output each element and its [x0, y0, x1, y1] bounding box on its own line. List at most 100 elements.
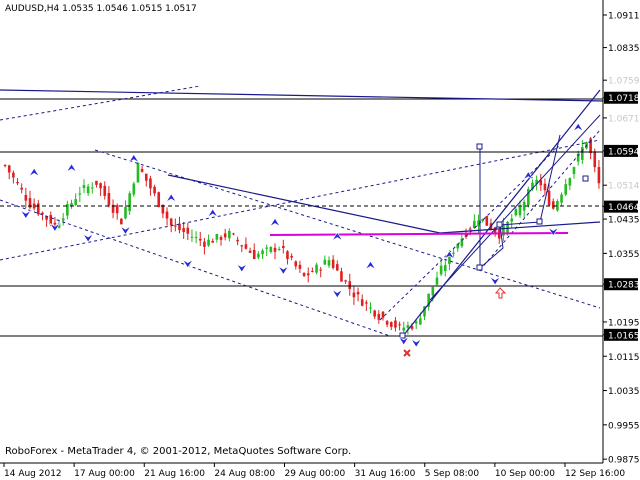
candle-body	[86, 186, 90, 194]
candle-body	[327, 260, 331, 266]
candle	[12, 170, 15, 184]
pattern-anchor-6[interactable]	[399, 332, 406, 339]
pattern-anchor-1[interactable]	[476, 143, 483, 150]
candle	[7, 164, 11, 180]
fractal-down-arrow-icon	[182, 259, 194, 269]
candle-body	[186, 227, 190, 234]
candle	[564, 178, 568, 196]
rising-channel-inner[interactable]	[479, 129, 601, 271]
candle	[244, 237, 248, 250]
candle	[527, 186, 530, 208]
x-tick-label: 17 Aug 00:00	[74, 469, 135, 479]
pattern-anchor-4[interactable]	[536, 218, 543, 225]
candle	[277, 246, 281, 251]
candle	[514, 207, 518, 217]
candle	[90, 182, 94, 194]
candle	[82, 179, 86, 194]
candle	[219, 235, 223, 246]
trend-line-dashed-mid[interactable]	[0, 139, 601, 261]
candle-body	[36, 203, 40, 215]
y-tick-label: 1.0283	[608, 281, 640, 291]
candle-body	[257, 253, 260, 258]
candle-body	[61, 218, 65, 221]
candle	[248, 247, 252, 254]
candle-body	[53, 222, 57, 225]
candle-body	[302, 272, 306, 276]
candle	[443, 258, 447, 277]
candle	[290, 253, 293, 261]
candle-body	[240, 245, 244, 247]
pattern-anchor-5[interactable]	[582, 175, 589, 182]
candle	[41, 211, 44, 221]
y-tick-label: 1.0165	[608, 331, 640, 341]
candle-body	[95, 180, 98, 185]
candle	[331, 255, 335, 270]
candle-body	[157, 192, 161, 207]
pattern-anchor-2[interactable]	[476, 264, 483, 271]
candle-body	[323, 259, 327, 265]
candle-body	[298, 264, 302, 269]
candle-body	[78, 193, 82, 195]
x-axis: 14 Aug 2012 17 Aug 00:00 21 Aug 16:00 24 Au…	[3, 463, 625, 479]
candle-body	[306, 273, 310, 276]
rising-channel-outer[interactable]	[429, 114, 601, 301]
candle-body	[443, 265, 447, 272]
candle	[473, 214, 476, 229]
candle-body	[294, 261, 298, 267]
y-tick-label: 1.0759	[608, 77, 640, 87]
candle-body	[340, 271, 343, 282]
x-tick-label: 14 Aug 2012	[4, 469, 62, 479]
candle-body	[385, 321, 389, 325]
y-tick-label: 1.0671	[608, 114, 640, 124]
candle	[369, 302, 372, 314]
trend-line-dashed-bottom[interactable]	[0, 199, 391, 337]
y-tick-label: 0.9875	[608, 456, 640, 466]
candle-body	[568, 178, 572, 186]
candle	[340, 267, 343, 282]
candle-body	[319, 269, 322, 271]
candle	[70, 199, 73, 209]
candle	[282, 239, 285, 254]
candle-body	[360, 299, 364, 306]
candle-body	[311, 270, 314, 272]
candle-body	[12, 172, 15, 178]
candle	[381, 311, 385, 321]
candle-body	[344, 280, 347, 282]
candle	[128, 191, 131, 215]
x-tick-label: 24 Aug 08:00	[214, 469, 275, 479]
candle-body	[228, 230, 231, 239]
y-tick-label: 1.0195	[608, 318, 640, 328]
candle	[556, 199, 559, 212]
candle-body	[439, 265, 443, 275]
candle	[232, 232, 235, 236]
candle	[99, 182, 102, 196]
candle-body	[381, 311, 385, 318]
candle-body	[252, 249, 256, 260]
candle	[261, 248, 264, 259]
candle	[3, 164, 7, 168]
candle	[178, 216, 181, 234]
price-chart[interactable]: 1.0911 1.0835 1.0759 1.0718 1.0671 1.0594 1.05…	[0, 0, 640, 480]
candle	[568, 177, 572, 191]
candle-body	[373, 310, 376, 317]
copyright-footer: RoboForex - MetaTrader 4, © 2001-2012, M…	[5, 446, 352, 457]
candle	[140, 165, 144, 173]
fractal-down-arrow-icon	[278, 265, 289, 275]
trend-line-wave[interactable]	[167, 174, 441, 234]
candle-body	[74, 199, 77, 205]
candle-body	[3, 165, 7, 167]
candle	[398, 321, 401, 331]
y-tick-label: 1.0435	[608, 216, 640, 226]
candle	[560, 192, 563, 207]
candle-body	[406, 325, 410, 328]
magenta-level-line[interactable]	[269, 232, 569, 236]
fractal-down-arrow-icon	[547, 227, 559, 237]
candle	[95, 180, 98, 188]
candle	[24, 187, 28, 209]
candle-body	[518, 206, 522, 216]
candle-body	[169, 218, 173, 226]
candle	[103, 181, 107, 200]
fractal-down-arrow-icon	[489, 276, 501, 286]
pattern-anchor-3[interactable]	[496, 221, 503, 228]
candle-body	[207, 239, 210, 246]
